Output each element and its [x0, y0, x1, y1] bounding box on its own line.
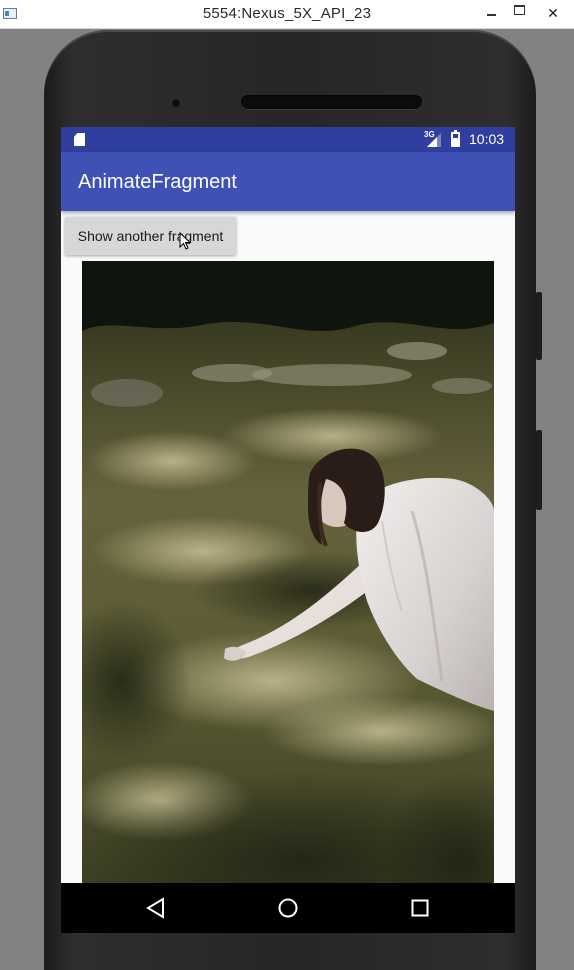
- minimize-button[interactable]: [480, 0, 502, 26]
- app-bar: AnimateFragment: [61, 152, 515, 211]
- earpiece-speaker: [241, 95, 422, 109]
- home-icon[interactable]: [275, 895, 301, 921]
- volume-button[interactable]: [536, 292, 542, 360]
- device-screen: 3G 10:03 AnimateFragment Show another fr…: [61, 127, 515, 933]
- emulator-title-bar: 5554:Nexus_5X_API_23 ✕: [0, 0, 574, 29]
- maximize-button[interactable]: [508, 0, 530, 26]
- status-bar: 3G 10:03: [61, 127, 515, 152]
- show-another-fragment-button[interactable]: Show another fragment: [65, 217, 236, 255]
- status-clock: 10:03: [469, 131, 505, 147]
- recents-icon[interactable]: [407, 895, 433, 921]
- signal-icon: [427, 133, 441, 147]
- app-title: AnimateFragment: [78, 171, 237, 193]
- minimize-icon: [486, 14, 496, 16]
- woman-on-grass-image: [82, 261, 494, 933]
- navigation-bar: [61, 883, 515, 933]
- fragment-photo: [82, 261, 494, 933]
- close-button[interactable]: ✕: [532, 0, 574, 26]
- sd-card-icon: [74, 133, 85, 146]
- mouse-cursor-icon: [179, 232, 191, 250]
- battery-icon: [451, 130, 460, 147]
- maximize-icon: [513, 5, 525, 15]
- front-camera: [172, 99, 180, 107]
- back-icon[interactable]: [143, 895, 169, 921]
- power-button[interactable]: [536, 430, 542, 510]
- close-icon: ✕: [547, 4, 559, 21]
